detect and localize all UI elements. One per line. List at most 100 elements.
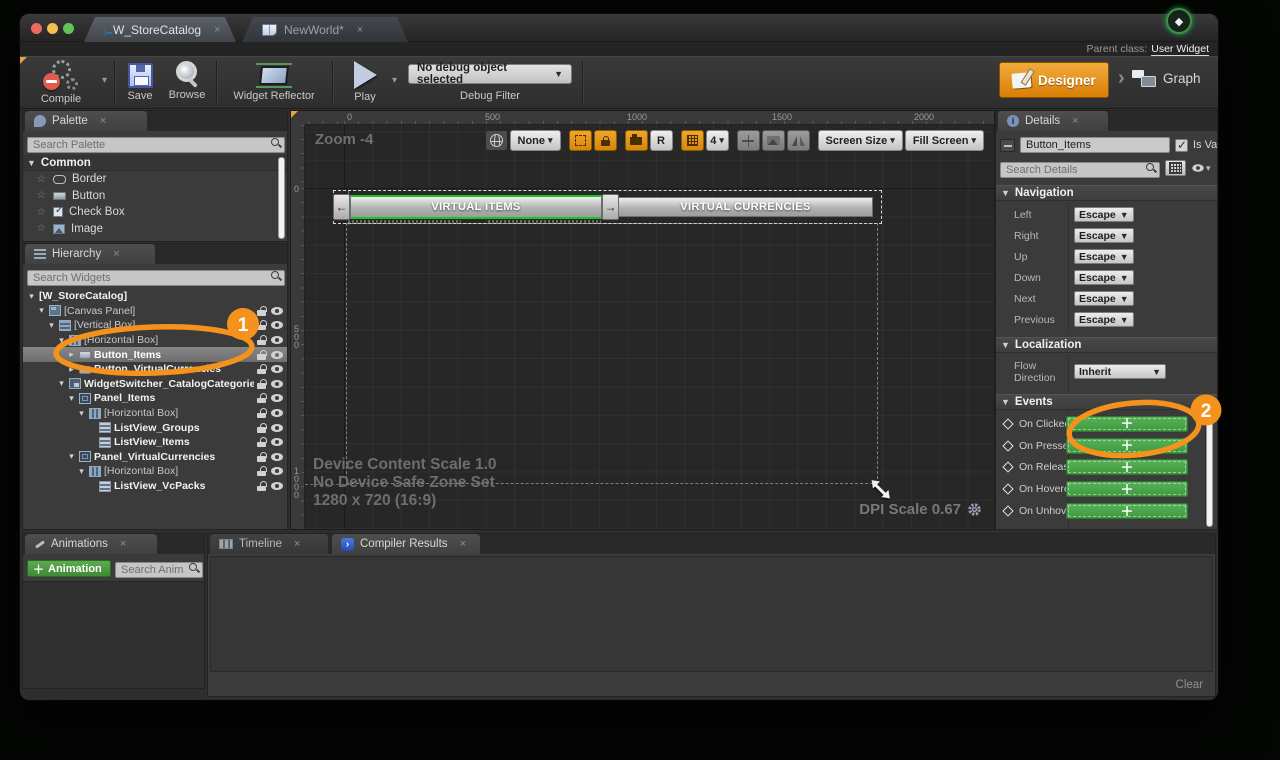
nav-up-dropdown[interactable]: Escape▼ [1074,249,1134,264]
pixel-snap-button[interactable] [625,130,648,151]
palette-item-border[interactable]: ☆Border [23,171,287,188]
section-events[interactable]: ▼ Events [996,394,1217,410]
palette-section-common[interactable]: ▼ Common [23,155,287,171]
hierarchy-row-panel-items[interactable]: ▾Panel_Items [23,391,287,406]
visibility-eye-icon[interactable] [271,365,283,373]
tab-compiler-results[interactable]: › Compiler Results × [332,534,480,554]
hierarchy-row-listview-vcpacks[interactable]: ListView_VcPacks [23,479,287,494]
lock-icon[interactable] [257,393,266,403]
hierarchy-row-w-storecatalog[interactable]: ▾[W_StoreCatalog] [23,289,287,304]
section-navigation[interactable]: ▼ Navigation [996,185,1217,201]
nav-previous-dropdown[interactable]: Escape▼ [1074,312,1134,327]
visibility-eye-icon[interactable] [271,467,283,475]
lock-icon[interactable] [257,335,266,345]
tab-hierarchy[interactable]: Hierarchy × [25,244,155,264]
add-animation-button[interactable]: ＋ Animation [27,560,111,577]
visibility-eye-icon[interactable] [271,409,283,417]
palette-item-button[interactable]: ☆Button [23,188,287,205]
play-button[interactable]: Play [342,61,388,103]
favorite-star-icon[interactable]: ☆ [37,174,47,185]
nav-down-dropdown[interactable]: Escape▼ [1074,270,1134,285]
expander-icon[interactable]: ▾ [77,466,86,477]
grid-snap-button[interactable] [681,130,704,151]
tab-timeline[interactable]: Timeline × [210,534,328,554]
widget-name-input[interactable] [1020,137,1170,153]
palette-scrollbar[interactable] [278,157,285,239]
tutorial-icon[interactable]: ◆ [1166,8,1192,34]
save-button[interactable]: Save [118,61,162,102]
palette-item-image[interactable]: ☆Image [23,221,287,238]
compact-view-button[interactable] [1000,139,1015,152]
tab-animations[interactable]: Animations × [25,534,157,554]
close-icon[interactable]: × [1072,115,1078,127]
canvas-button-virtual-items[interactable]: VIRTUAL ITEMS [350,195,602,219]
canvas-arrow-left-handle[interactable]: ← [333,194,350,220]
hierarchy-row-horizontal-box[interactable]: ▾[Horizontal Box] [23,333,287,348]
visibility-eye-icon[interactable] [271,482,283,490]
nav-next-dropdown[interactable]: Escape▼ [1074,291,1134,306]
visibility-eye-icon[interactable] [271,438,283,446]
close-icon[interactable]: × [120,538,126,550]
hierarchy-row-button-virtualcurrencies[interactable]: ▸Button_VirtualCurrencies [23,362,287,377]
lock-icon[interactable] [257,437,266,447]
tab-details[interactable]: i Details × [998,111,1108,131]
visibility-eye-icon[interactable] [271,351,283,359]
close-icon[interactable]: × [294,538,300,550]
graph-mode-button[interactable]: Graph [1132,70,1201,87]
document-tab-newworld[interactable]: NewWorld* × [242,17,408,42]
expander-icon[interactable]: ▾ [77,408,86,419]
screen-size-dropdown[interactable]: Screen Size▾ [818,130,903,151]
favorite-star-icon[interactable]: ☆ [37,223,47,234]
property-matrix-button[interactable] [1165,160,1186,176]
localization-preview-button[interactable] [485,130,508,151]
lock-icon[interactable] [257,423,266,433]
close-icon[interactable]: × [214,24,220,36]
details-scrollbar[interactable] [1206,417,1213,527]
flip-preview-button[interactable] [787,130,810,151]
favorite-star-icon[interactable]: ☆ [37,190,47,201]
minimize-window-button[interactable] [47,23,58,34]
on-hovered-add-button[interactable]: ＋ [1066,481,1188,497]
lock-icon[interactable] [257,364,266,374]
visibility-eye-icon[interactable] [271,321,283,329]
visibility-eye-icon[interactable] [271,394,283,402]
visibility-eye-icon[interactable] [271,380,283,388]
hierarchy-row-listview-groups[interactable]: ListView_Groups [23,420,287,435]
debug-object-dropdown[interactable]: No debug object selected▼ [408,64,572,84]
hierarchy-row-button-items[interactable]: ▸Button_Items [23,347,287,362]
hierarchy-row-vertical-box[interactable]: ▾[Vertical Box] [23,318,287,333]
preview-language-dropdown[interactable]: None▾ [510,130,561,151]
lock-icon[interactable] [257,379,266,389]
on-clicked-add-button[interactable]: ＋ [1066,416,1188,432]
details-search-input[interactable] [1000,162,1160,178]
hierarchy-row-widgetswitcher-catalogcategories[interactable]: ▾WidgetSwitcher_CatalogCategories [23,377,287,392]
designer-mode-button[interactable]: Designer [999,62,1109,98]
clear-log-button[interactable]: Clear [1176,679,1203,691]
respect-locks-button[interactable] [594,130,617,151]
compile-button[interactable]: Compile [24,60,98,105]
close-icon[interactable]: × [100,115,106,127]
grid-size-stepper[interactable]: 4▾ [706,130,729,151]
close-window-button[interactable] [31,23,42,34]
hierarchy-row-horizontal-box[interactable]: ▾[Horizontal Box] [23,464,287,479]
visibility-eye-icon[interactable] [271,453,283,461]
expander-icon[interactable]: ▾ [67,393,76,404]
visibility-eye-icon[interactable] [271,336,283,344]
is-variable-checkbox[interactable] [1175,139,1188,152]
designer-canvas[interactable]: 0500100015002000 05 0 01 0 0 0 Zoom -4 N… [290,110,995,530]
maximize-window-button[interactable] [63,23,74,34]
visibility-eye-icon[interactable] [271,307,283,315]
expander-icon[interactable]: ▾ [57,378,66,389]
nav-right-dropdown[interactable]: Escape▼ [1074,228,1134,243]
fill-screen-dropdown[interactable]: Fill Screen▾ [905,130,984,151]
gear-icon[interactable] [967,502,982,517]
close-icon[interactable]: × [460,538,466,550]
canvas-button-virtual-currencies[interactable]: VIRTUAL CURRENCIES [618,197,873,217]
section-localization[interactable]: ▼ Localization [996,337,1217,353]
hierarchy-row-listview-items[interactable]: ListView_Items [23,435,287,450]
lock-icon[interactable] [257,466,266,476]
lock-icon[interactable] [257,408,266,418]
lock-icon[interactable] [257,320,266,330]
toggle-outlines-button[interactable] [569,130,592,151]
view-options-button[interactable]: ▾ [1190,160,1215,176]
